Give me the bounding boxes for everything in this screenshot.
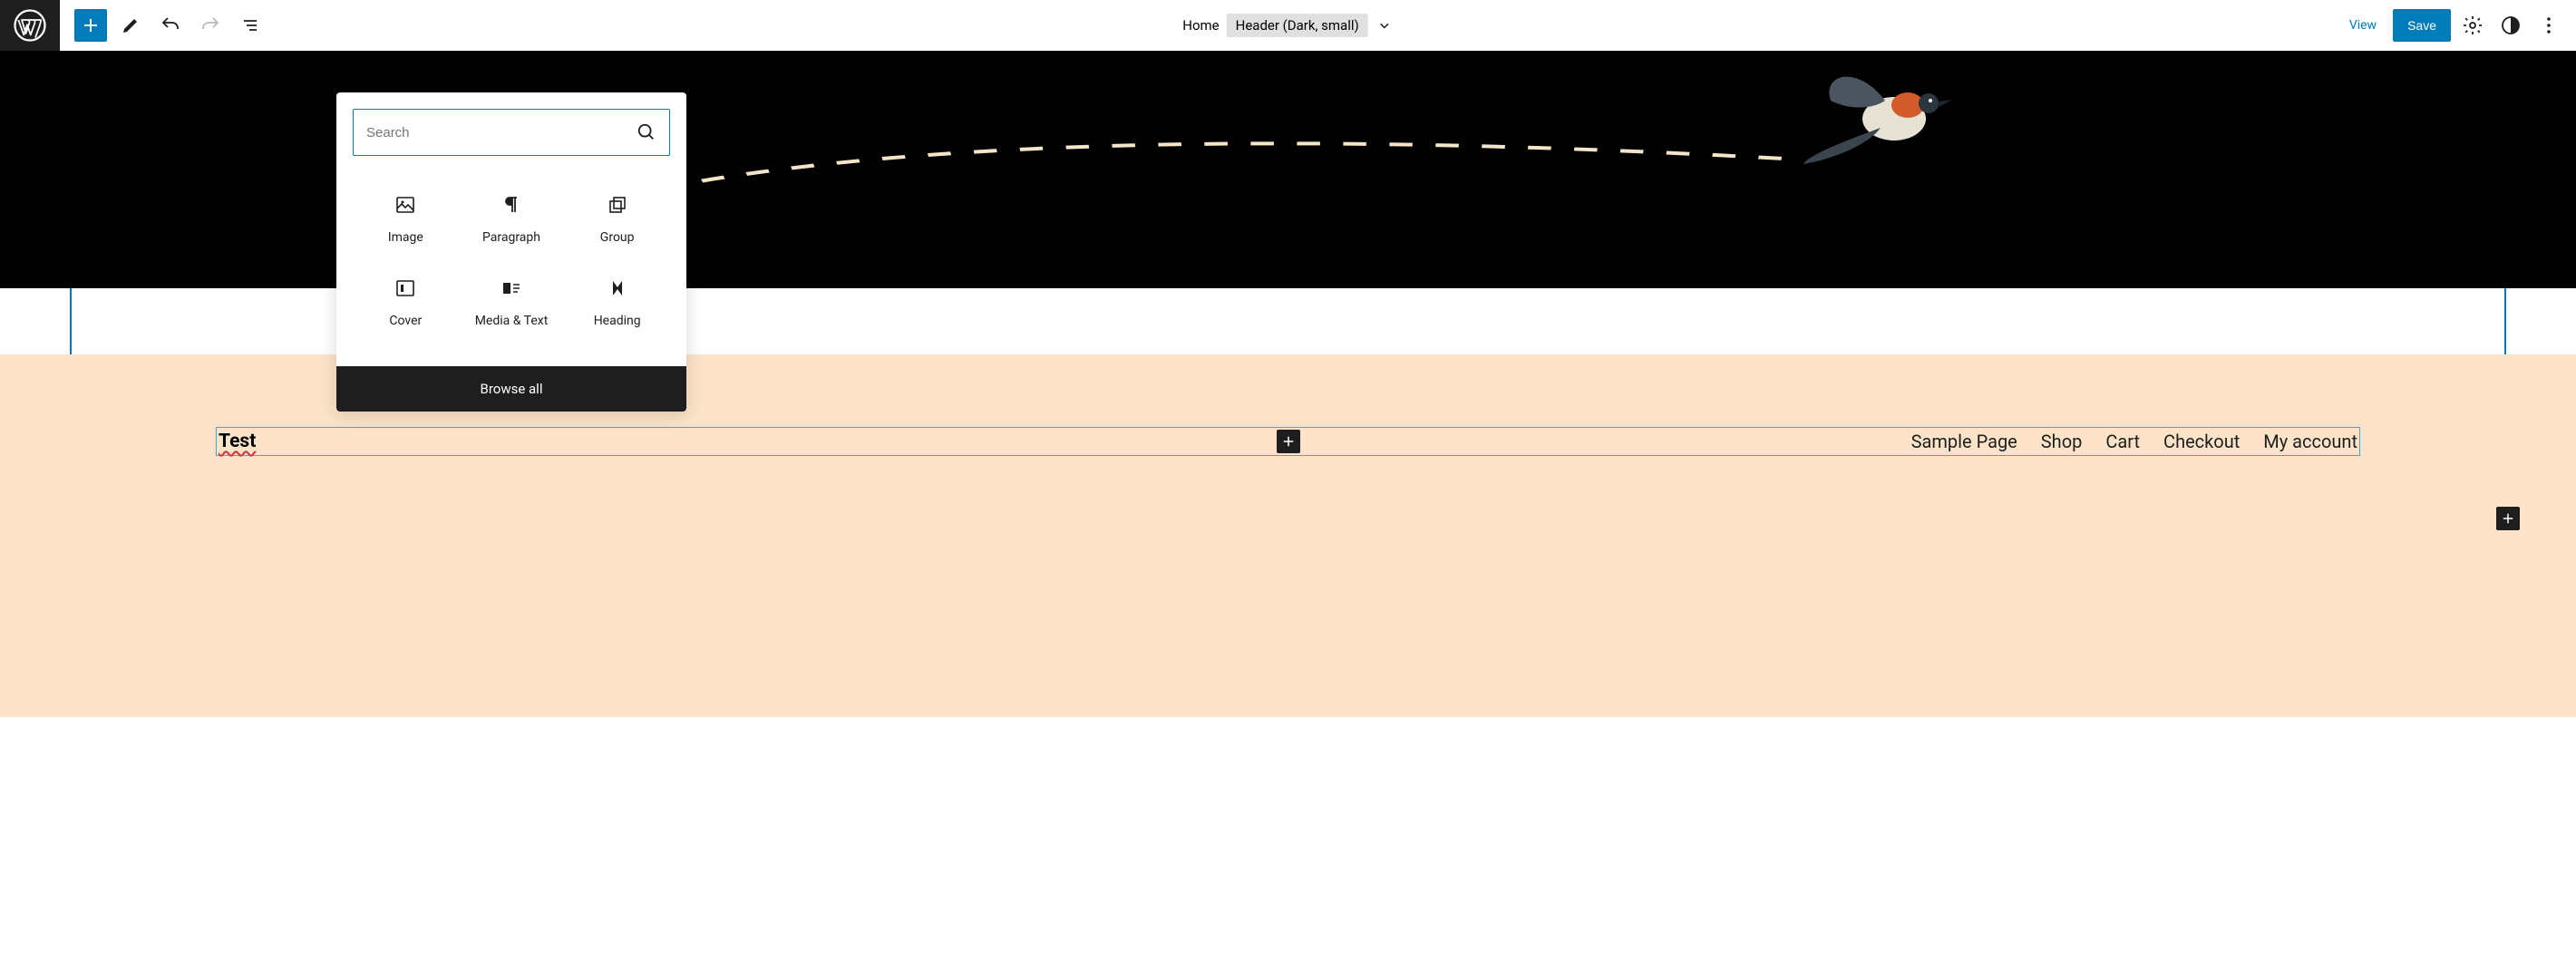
nav-link[interactable]: My account — [2263, 431, 2357, 452]
selected-header-row[interactable]: Test Sample Page Shop Cart Checkout My a… — [216, 427, 2360, 456]
nav-link[interactable]: Sample Page — [1911, 431, 2017, 452]
wordpress-logo[interactable] — [0, 0, 60, 51]
image-icon — [394, 194, 416, 216]
nav-link[interactable]: Shop — [2041, 431, 2083, 452]
inserter-block-grid: Image Paragraph Group Cover Media & Text… — [336, 172, 686, 366]
document-breadcrumb[interactable]: Home Header (Dark, small) — [1182, 14, 1393, 37]
styles-button[interactable] — [2494, 9, 2527, 42]
floating-add-button[interactable] — [2496, 507, 2520, 530]
group-icon — [607, 194, 628, 216]
edit-tool-button[interactable] — [114, 9, 147, 42]
editor-canvas: Test Sample Page Shop Cart Checkout My a… — [0, 51, 2576, 969]
doc-template-label: Header (Dark, small) — [1236, 17, 1359, 34]
settings-button[interactable] — [2456, 9, 2489, 42]
add-block-button[interactable] — [74, 9, 107, 42]
block-cover[interactable]: Cover — [353, 261, 459, 344]
nav-link[interactable]: Checkout — [2163, 431, 2240, 452]
search-input[interactable] — [366, 125, 637, 141]
bird-illustration — [1794, 60, 1958, 187]
block-inserter-popover: Image Paragraph Group Cover Media & Text… — [336, 92, 686, 412]
inserter-search-field[interactable] — [353, 109, 670, 156]
undo-button[interactable] — [154, 9, 187, 42]
save-button[interactable]: Save — [2393, 9, 2451, 42]
block-paragraph[interactable]: Paragraph — [459, 178, 565, 261]
doc-template-chip[interactable]: Header (Dark, small) — [1227, 14, 1368, 37]
cover-icon — [394, 277, 416, 299]
editor-topbar: Home Header (Dark, small) View Save — [0, 0, 2576, 51]
doc-home-label: Home — [1182, 17, 1219, 34]
paragraph-icon — [501, 194, 522, 216]
block-group[interactable]: Group — [564, 178, 670, 261]
inline-inserter-button[interactable] — [1277, 430, 1300, 453]
list-view-button[interactable] — [234, 9, 267, 42]
site-navigation: Sample Page Shop Cart Checkout My accoun… — [1911, 431, 2357, 452]
media-text-icon — [501, 277, 522, 299]
browse-all-button[interactable]: Browse all — [336, 366, 686, 412]
more-options-button[interactable] — [2532, 9, 2565, 42]
toolbar-left-tools — [60, 9, 267, 42]
view-link[interactable]: View — [2338, 11, 2387, 40]
redo-button — [194, 9, 227, 42]
site-title[interactable]: Test — [219, 431, 256, 452]
toolbar-right-actions: View Save — [2338, 9, 2576, 42]
chevron-down-icon[interactable] — [1375, 16, 1394, 34]
nav-link[interactable]: Cart — [2105, 431, 2140, 452]
block-image[interactable]: Image — [353, 178, 459, 261]
heading-icon — [607, 277, 628, 299]
search-icon — [637, 122, 656, 142]
block-heading[interactable]: Heading — [564, 261, 670, 344]
block-media-text[interactable]: Media & Text — [459, 261, 565, 344]
